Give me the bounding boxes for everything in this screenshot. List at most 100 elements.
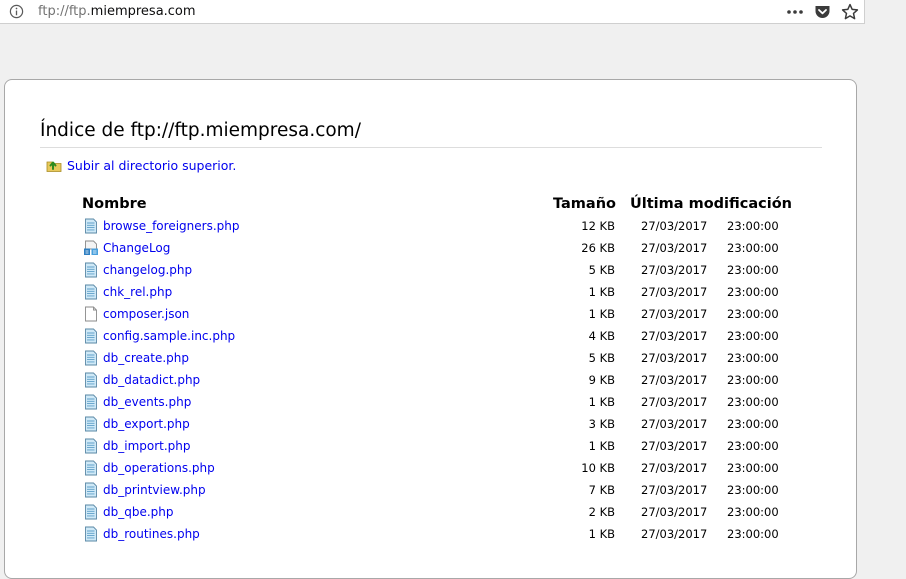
url-prefix: ftp://ftp. bbox=[38, 4, 91, 19]
file-link[interactable]: changelog.php bbox=[103, 262, 192, 278]
file-row[interactable]: db_create.php 5 KB 27/03/2017 23:00:00 bbox=[5, 347, 858, 369]
file-link[interactable]: db_events.php bbox=[103, 394, 191, 410]
file-date: 27/03/2017 bbox=[641, 351, 708, 365]
file-size: 5 KB bbox=[588, 263, 615, 277]
php-file-icon bbox=[83, 416, 99, 432]
parent-directory-link[interactable]: Subir al directorio superior. bbox=[46, 156, 236, 174]
file-link[interactable]: composer.json bbox=[103, 306, 189, 322]
pocket-icon[interactable] bbox=[814, 4, 831, 20]
file-time: 23:00:00 bbox=[727, 351, 779, 365]
file-size: 3 KB bbox=[588, 417, 615, 431]
column-header-size[interactable]: Tamaño bbox=[553, 195, 616, 213]
file-size: 5 KB bbox=[588, 351, 615, 365]
file-link[interactable]: db_create.php bbox=[103, 350, 189, 366]
php-file-icon bbox=[83, 328, 99, 344]
file-row[interactable]: db_events.php 1 KB 27/03/2017 23:00:00 bbox=[5, 391, 858, 413]
column-header-modified[interactable]: Última modificación bbox=[630, 195, 792, 213]
php-file-icon bbox=[83, 526, 99, 542]
file-list: browse_foreigners.php 12 KB 27/03/2017 23:0… bbox=[5, 215, 858, 545]
file-time: 23:00:00 bbox=[727, 307, 779, 321]
file-row[interactable]: db_import.php 1 KB 27/03/2017 23:00:00 bbox=[5, 435, 858, 457]
file-size: 1 KB bbox=[588, 527, 615, 541]
file-row[interactable]: composer.json 1 KB 27/03/2017 23:00:00 bbox=[5, 303, 858, 325]
file-size: 2 KB bbox=[588, 505, 615, 519]
file-time: 23:00:00 bbox=[727, 285, 779, 299]
file-date: 27/03/2017 bbox=[641, 373, 708, 387]
url-host: miempresa.com bbox=[90, 4, 196, 19]
file-time: 23:00:00 bbox=[727, 241, 779, 255]
file-date: 27/03/2017 bbox=[641, 307, 708, 321]
file-date: 27/03/2017 bbox=[641, 439, 708, 453]
file-time: 23:00:00 bbox=[727, 373, 779, 387]
file-time: 23:00:00 bbox=[727, 461, 779, 475]
file-time: 23:00:00 bbox=[727, 527, 779, 541]
file-time: 23:00:00 bbox=[727, 483, 779, 497]
directory-listing-card: Índice de ftp://ftp.miempresa.com/ Subir… bbox=[4, 79, 857, 579]
file-date: 27/03/2017 bbox=[641, 417, 708, 431]
column-header-name[interactable]: Nombre bbox=[82, 195, 147, 213]
file-link[interactable]: db_operations.php bbox=[103, 460, 215, 476]
file-date: 27/03/2017 bbox=[641, 395, 708, 409]
file-date: 27/03/2017 bbox=[641, 483, 708, 497]
file-time: 23:00:00 bbox=[727, 263, 779, 277]
bookmark-star-icon[interactable] bbox=[841, 3, 859, 21]
file-row[interactable]: ChangeLog 26 KB 27/03/2017 23:00:00 bbox=[5, 237, 858, 259]
php-file-icon bbox=[83, 350, 99, 366]
php-file-icon bbox=[83, 262, 99, 278]
file-time: 23:00:00 bbox=[727, 219, 779, 233]
file-row[interactable]: changelog.php 5 KB 27/03/2017 23:00:00 bbox=[5, 259, 858, 281]
file-link[interactable]: config.sample.inc.php bbox=[103, 328, 235, 344]
file-link[interactable]: ChangeLog bbox=[103, 240, 170, 256]
php-file-icon bbox=[83, 460, 99, 476]
file-date: 27/03/2017 bbox=[641, 527, 708, 541]
file-link[interactable]: db_datadict.php bbox=[103, 372, 200, 388]
file-size: 10 KB bbox=[581, 461, 615, 475]
file-time: 23:00:00 bbox=[727, 395, 779, 409]
file-date: 27/03/2017 bbox=[641, 219, 708, 233]
changelog-file-icon bbox=[83, 240, 99, 256]
file-date: 27/03/2017 bbox=[641, 241, 708, 255]
file-row[interactable]: db_operations.php 10 KB 27/03/2017 23:00:00 bbox=[5, 457, 858, 479]
file-date: 27/03/2017 bbox=[641, 285, 708, 299]
url-bar[interactable]: ftp://ftp.miempresa.com bbox=[0, 0, 865, 24]
file-row[interactable]: config.sample.inc.php 4 KB 27/03/2017 23:00… bbox=[5, 325, 858, 347]
file-date: 27/03/2017 bbox=[641, 461, 708, 475]
file-row[interactable]: db_routines.php 1 KB 27/03/2017 23:00:00 bbox=[5, 523, 858, 545]
file-link[interactable]: db_qbe.php bbox=[103, 504, 174, 520]
file-row[interactable]: browse_foreigners.php 12 KB 27/03/2017 23:0… bbox=[5, 215, 858, 237]
file-time: 23:00:00 bbox=[727, 505, 779, 519]
file-row[interactable]: db_qbe.php 2 KB 27/03/2017 23:00:00 bbox=[5, 501, 858, 523]
file-date: 27/03/2017 bbox=[641, 263, 708, 277]
file-date: 27/03/2017 bbox=[641, 329, 708, 343]
php-file-icon bbox=[83, 284, 99, 300]
file-time: 23:00:00 bbox=[727, 417, 779, 431]
php-file-icon bbox=[83, 394, 99, 410]
file-size: 26 KB bbox=[581, 241, 615, 255]
file-size: 4 KB bbox=[588, 329, 615, 343]
file-time: 23:00:00 bbox=[727, 439, 779, 453]
file-link[interactable]: db_export.php bbox=[103, 416, 190, 432]
file-date: 27/03/2017 bbox=[641, 505, 708, 519]
file-size: 1 KB bbox=[588, 395, 615, 409]
file-link[interactable]: db_routines.php bbox=[103, 526, 200, 542]
up-folder-icon bbox=[46, 161, 62, 172]
file-row[interactable]: db_datadict.php 9 KB 27/03/2017 23:00:00 bbox=[5, 369, 858, 391]
file-row[interactable]: db_export.php 3 KB 27/03/2017 23:00:00 bbox=[5, 413, 858, 435]
url-text[interactable]: ftp://ftp.miempresa.com bbox=[38, 4, 196, 20]
file-link[interactable]: chk_rel.php bbox=[103, 284, 172, 300]
file-size: 1 KB bbox=[588, 307, 615, 321]
info-icon[interactable] bbox=[9, 4, 24, 19]
file-time: 23:00:00 bbox=[727, 329, 779, 343]
file-size: 9 KB bbox=[588, 373, 615, 387]
file-link[interactable]: db_import.php bbox=[103, 438, 191, 454]
file-row[interactable]: chk_rel.php 1 KB 27/03/2017 23:00:00 bbox=[5, 281, 858, 303]
php-file-icon bbox=[83, 482, 99, 498]
file-link[interactable]: browse_foreigners.php bbox=[103, 218, 239, 234]
php-file-icon bbox=[83, 372, 99, 388]
file-link[interactable]: db_printview.php bbox=[103, 482, 206, 498]
php-file-icon bbox=[83, 438, 99, 454]
file-size: 7 KB bbox=[588, 483, 615, 497]
file-size: 12 KB bbox=[581, 219, 615, 233]
more-actions-icon[interactable] bbox=[785, 5, 805, 19]
file-row[interactable]: db_printview.php 7 KB 27/03/2017 23:00:00 bbox=[5, 479, 858, 501]
